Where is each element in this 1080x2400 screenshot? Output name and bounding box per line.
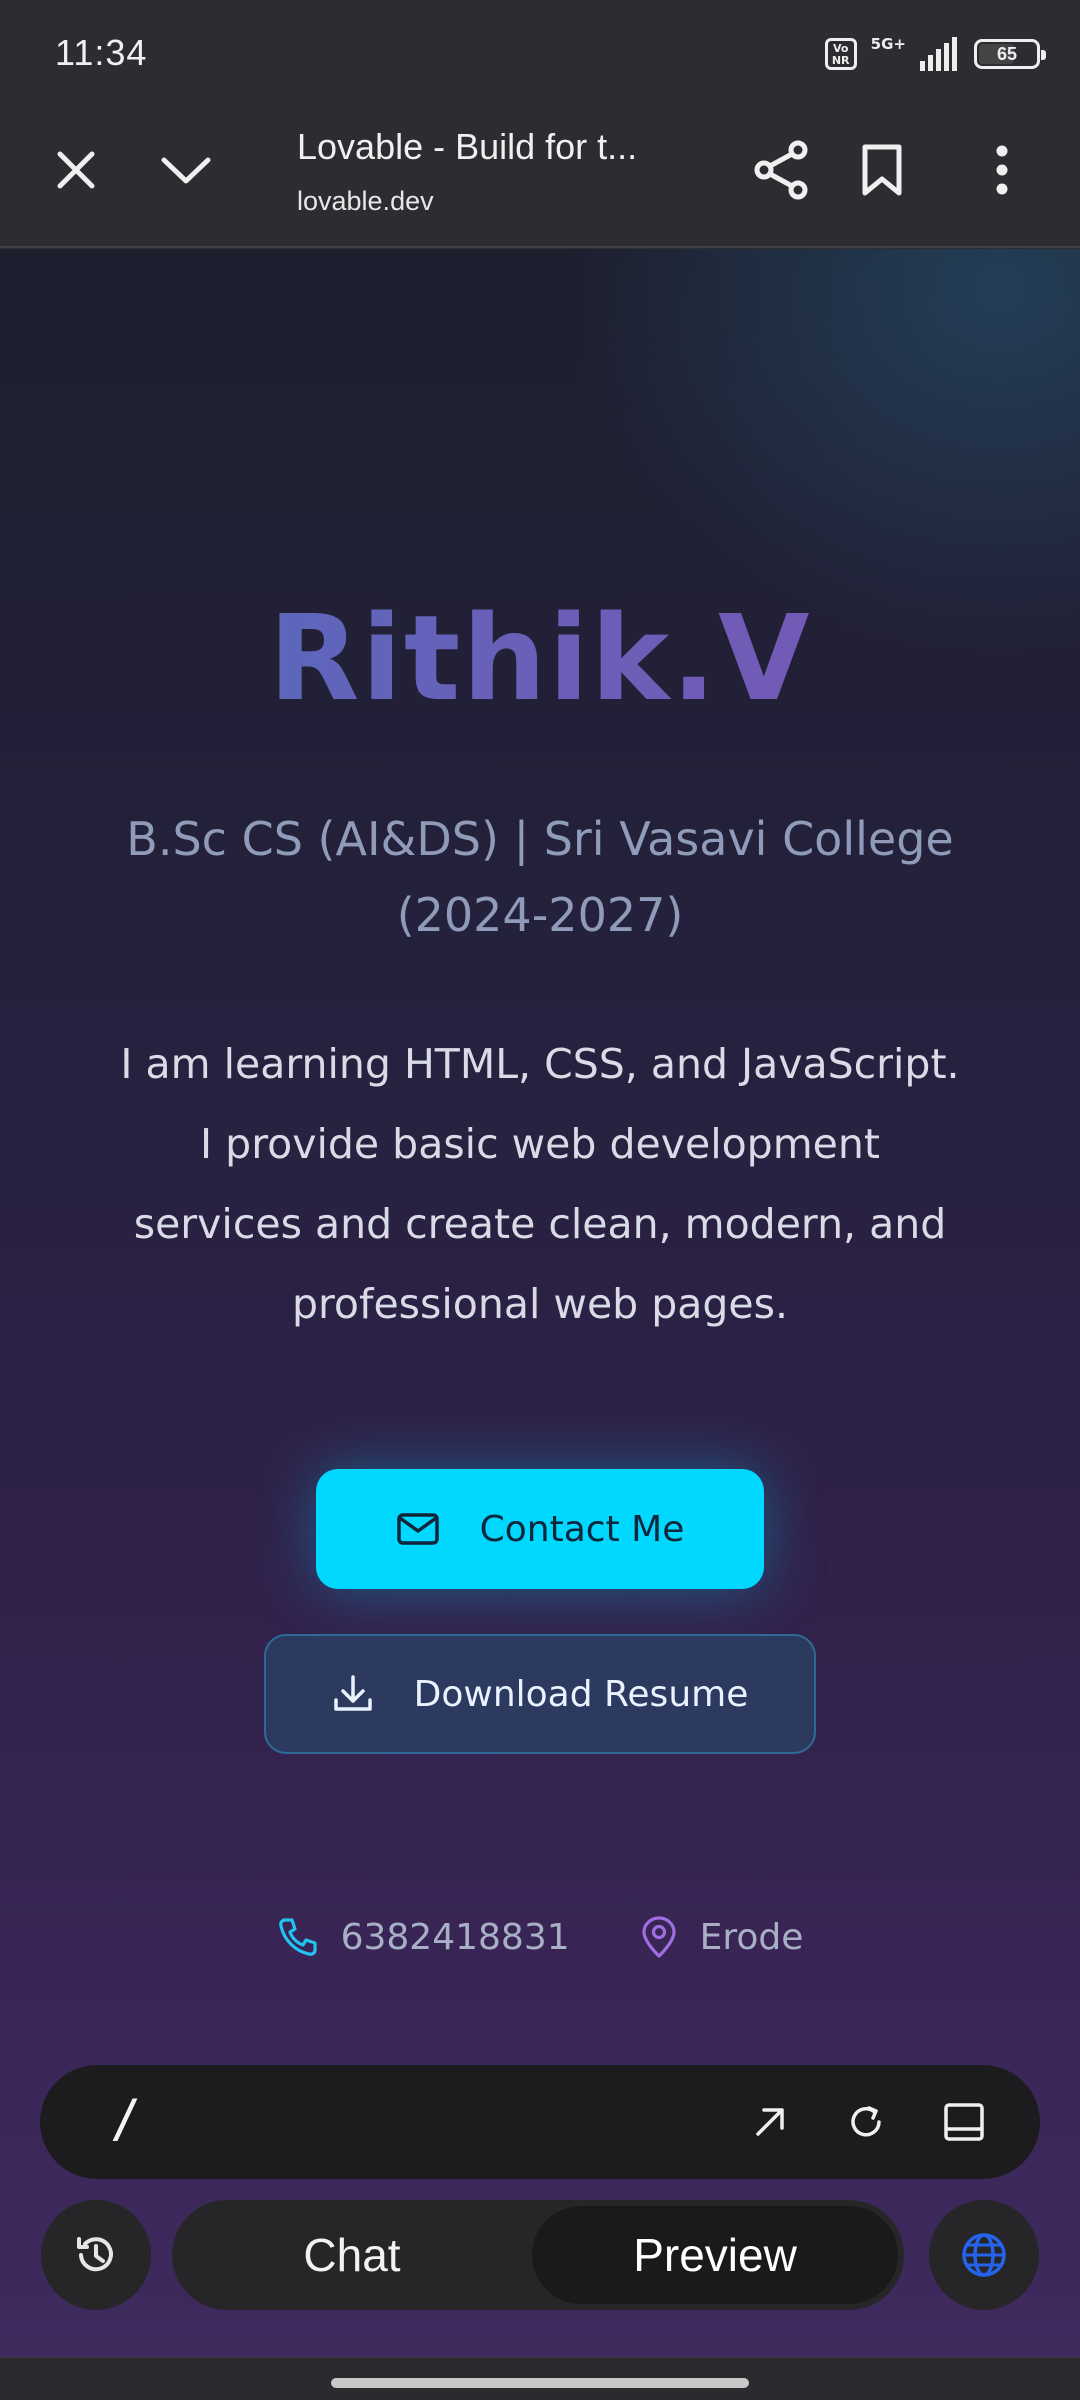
battery-icon: 65 [974,39,1046,69]
status-bar: 11:34 Vo NR 5G+ 65 [0,0,1080,100]
contact-me-label: Contact Me [479,1508,685,1550]
web-page-content: Rithik.V B.Sc CS (AI&DS) | Sri Vasavi Co… [0,249,1080,2357]
refresh-icon[interactable] [836,2092,896,2152]
page-url[interactable]: lovable.dev [297,186,434,217]
status-icons: Vo NR 5G+ 65 [824,32,1046,76]
page-title: Lovable - Build for t... [297,126,638,167]
download-icon [333,1675,372,1711]
location-pin-icon [642,1916,676,1958]
command-bar[interactable]: / [40,2065,1040,2179]
hero-description: I am learning HTML, CSS, and JavaScript.… [120,1040,960,1328]
view-toggle: Chat Preview [172,2200,904,2310]
command-input[interactable]: / [110,2089,141,2149]
chevron-down-icon[interactable] [146,130,226,210]
home-gesture-handle[interactable] [331,2378,749,2388]
close-icon[interactable] [36,130,116,210]
system-navigation-bar [0,2357,1080,2400]
volte-icon: Vo NR [824,38,857,70]
bookmark-icon[interactable] [842,130,922,210]
share-icon[interactable] [742,130,822,210]
globe-icon [962,2233,1006,2277]
status-time: 11:34 [55,32,148,73]
browser-toolbar: Lovable - Build for t... lovable.dev [0,100,1080,248]
phone-icon [278,1918,317,1956]
location-text: Erode [699,1916,804,1958]
network-type-label: 5G+ [870,35,906,53]
panel-icon[interactable] [934,2092,994,2152]
open-external-icon[interactable] [740,2092,800,2152]
tab-chat[interactable]: Chat [172,2200,532,2310]
mail-icon [396,1513,439,1545]
download-resume-button[interactable]: Download Resume [264,1634,816,1754]
globe-button[interactable] [929,2200,1039,2310]
signal-icon [920,37,957,71]
more-vertical-icon[interactable] [962,130,1042,210]
phone-info[interactable]: 6382418831 [277,1916,570,1958]
location-info: Erode [640,1915,804,1959]
contact-info-row: 6382418831 Erode [0,1907,1080,1967]
history-icon [77,2237,113,2272]
hero-name: Rithik.V [0,589,1080,727]
download-resume-label: Download Resume [413,1673,749,1715]
tab-preview[interactable]: Preview [532,2206,898,2304]
history-button[interactable] [41,2200,151,2310]
phone-number: 6382418831 [340,1916,570,1958]
contact-me-button[interactable]: Contact Me [316,1469,764,1589]
hero-degree: B.Sc CS (AI&DS) | Sri Vasavi College (20… [126,812,954,942]
battery-percent: 65 [996,43,1018,64]
